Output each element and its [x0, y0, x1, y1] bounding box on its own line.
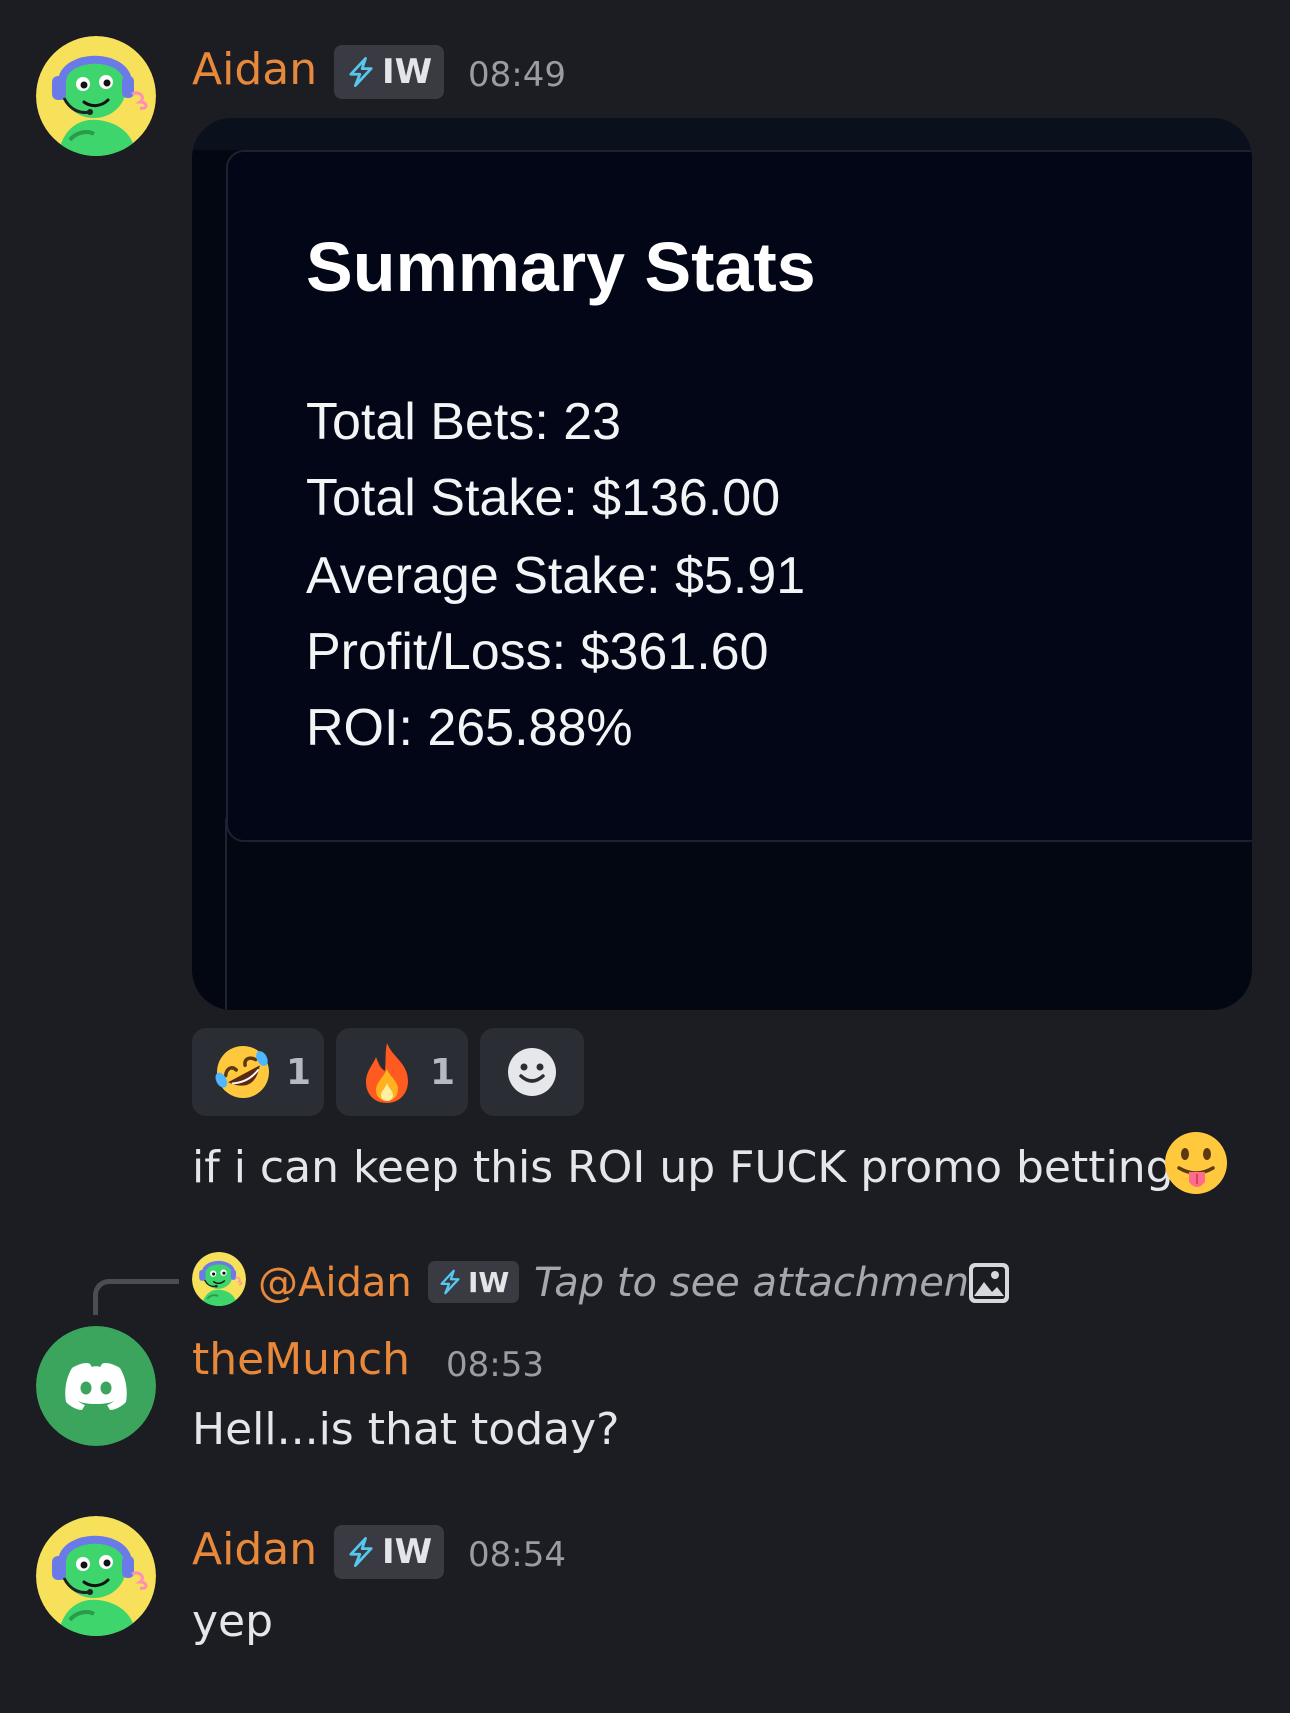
timestamp: 08:53 [446, 1345, 544, 1385]
stats-title: Summary Stats [306, 228, 816, 306]
timestamp: 08:54 [468, 1535, 566, 1575]
server-tag[interactable]: IW [334, 1525, 445, 1579]
reaction-fire[interactable]: 1 [336, 1028, 468, 1116]
image-icon [968, 1262, 1010, 1308]
themunch-avatar[interactable] [36, 1326, 156, 1446]
aidan-avatar[interactable] [36, 36, 156, 156]
reply-preview-text[interactable]: Tap to see attachment [534, 1263, 985, 1303]
stat-total-stake: Total Stake: $136.00 [306, 469, 781, 527]
aidan-avatar[interactable] [36, 1516, 156, 1636]
reaction-laughing[interactable]: 1 [192, 1028, 324, 1116]
add-reaction-icon [507, 1047, 557, 1097]
server-tag[interactable]: IW [334, 45, 445, 99]
add-reaction-button[interactable] [480, 1028, 584, 1116]
stat-roi: ROI: 265.88% [306, 699, 633, 757]
message-text: Hell...is that today? [192, 1404, 620, 1455]
tongue-out-emoji [1163, 1130, 1229, 1200]
message-text: yep [192, 1596, 274, 1647]
stat-profit-loss: Profit/Loss: $361.60 [306, 623, 769, 681]
lightning-icon [436, 1268, 464, 1296]
rolling-on-floor-laughing-emoji [212, 1041, 274, 1103]
fire-emoji [356, 1039, 418, 1105]
message-text: if i can keep this ROI up FUCK promo bet… [192, 1142, 1174, 1193]
server-tag-label: IW [382, 1532, 433, 1572]
lightning-icon [344, 1535, 378, 1569]
username[interactable]: Aidan [192, 1528, 317, 1572]
server-tag-label: IW [382, 52, 433, 92]
timestamp: 08:49 [468, 55, 566, 95]
stat-average-stake: Average Stake: $5.91 [306, 547, 806, 605]
reaction-count: 1 [286, 1051, 312, 1093]
stat-total-bets: Total Bets: 23 [306, 393, 622, 451]
reply-connector [93, 1279, 179, 1315]
reply-mention[interactable]: @Aidan [258, 1263, 412, 1303]
username[interactable]: theMunch [192, 1338, 410, 1382]
reply-avatar[interactable] [192, 1252, 246, 1306]
username[interactable]: Aidan [192, 48, 317, 92]
reply-server-tag[interactable]: IW [428, 1261, 520, 1303]
lightning-icon [344, 55, 378, 89]
reaction-count: 1 [430, 1051, 456, 1093]
server-tag-label: IW [468, 1265, 510, 1299]
